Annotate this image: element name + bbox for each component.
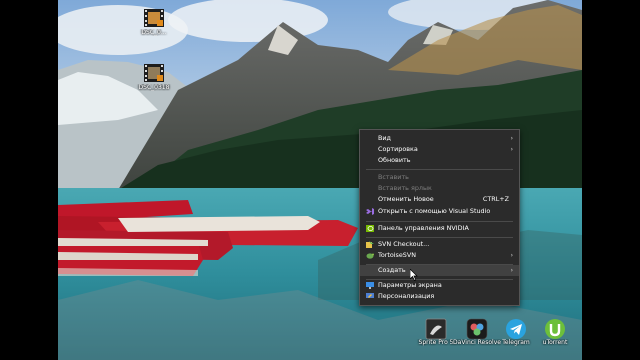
menu-item-open-visual-studio[interactable]: Открыть с помощью Visual Studio [360,206,519,217]
video-file-icon [143,8,165,28]
submenu-arrow-icon: › [510,267,513,274]
desktop-icon-label: DSC_0... [141,29,167,36]
menu-item-personalization[interactable]: Персонализация [360,291,519,302]
video-file-icon [143,63,165,83]
submenu-arrow-icon: › [510,146,513,153]
menu-item-label: Отменить Новое [378,195,434,203]
menu-item-label: Вставить [378,173,409,181]
menu-item-label: SVN Checkout... [378,240,430,248]
menu-item-label: Открыть с помощью Visual Studio [378,207,491,215]
menu-item-label: Персонализация [378,292,435,300]
menu-item-nvidia-control-panel[interactable]: Панель управления NVIDIA [360,223,519,234]
menu-item-svn-checkout[interactable]: SVN Checkout... [360,239,519,250]
menu-item-create[interactable]: Создать › [360,265,519,276]
menu-item-refresh[interactable]: Обновить [360,155,519,166]
menu-item-sort[interactable]: Сортировка › [360,144,519,155]
menu-item-label: Создать [378,266,406,274]
menu-separator [366,169,513,170]
display-settings-icon [366,282,374,289]
menu-item-label: Вставить ярлык [378,184,432,192]
visual-studio-icon [366,208,374,215]
menu-item-label: Сортировка [378,145,418,153]
telegram-icon [505,318,527,339]
davinci-resolve-icon [466,318,488,340]
menu-item-display-settings[interactable]: Параметры экрана [360,280,519,291]
menu-item-label: Панель управления NVIDIA [378,224,469,232]
utorrent-icon [544,318,566,339]
desktop-icon-utorrent[interactable]: uTorrent [527,318,583,346]
menu-item-tortoisesvn[interactable]: TortoiseSVN › [360,250,519,261]
desktop-icon-video-2[interactable]: DSC_0318 [126,63,182,91]
menu-item-view[interactable]: Вид › [360,133,519,144]
menu-item-label: Обновить [378,156,411,164]
personalization-icon [366,293,374,300]
menu-item-undo-new[interactable]: Отменить Новое CTRL+Z [360,194,519,205]
svn-checkout-icon [366,241,374,248]
menu-item-label: Вид [378,134,391,142]
menu-item-paste: Вставить [360,172,519,183]
menu-item-label: TortoiseSVN [378,251,417,259]
submenu-arrow-icon: › [510,252,513,259]
desktop-icon-video-1[interactable]: DSC_0... [126,8,182,36]
mouse-cursor-icon [409,266,418,281]
tortoisesvn-icon [366,252,374,259]
desktop-screen: DSC_0... DSC_0318 Sprite Pro 5 DaVinci R… [0,0,640,360]
desktop-icon-label: DSC_0318 [138,84,170,91]
desktop-context-menu: Вид › Сортировка › Обновить Вставить Вст… [359,129,520,306]
menu-item-paste-shortcut: Вставить ярлык [360,183,519,194]
menu-separator [366,237,513,238]
desktop-icon-label: uTorrent [542,339,568,346]
menu-item-label: Параметры экрана [378,281,442,289]
nvidia-icon [366,225,374,232]
menu-separator [366,221,513,222]
menu-item-shortcut: CTRL+Z [482,195,509,203]
app-icon [425,318,447,340]
submenu-arrow-icon: › [510,135,513,142]
